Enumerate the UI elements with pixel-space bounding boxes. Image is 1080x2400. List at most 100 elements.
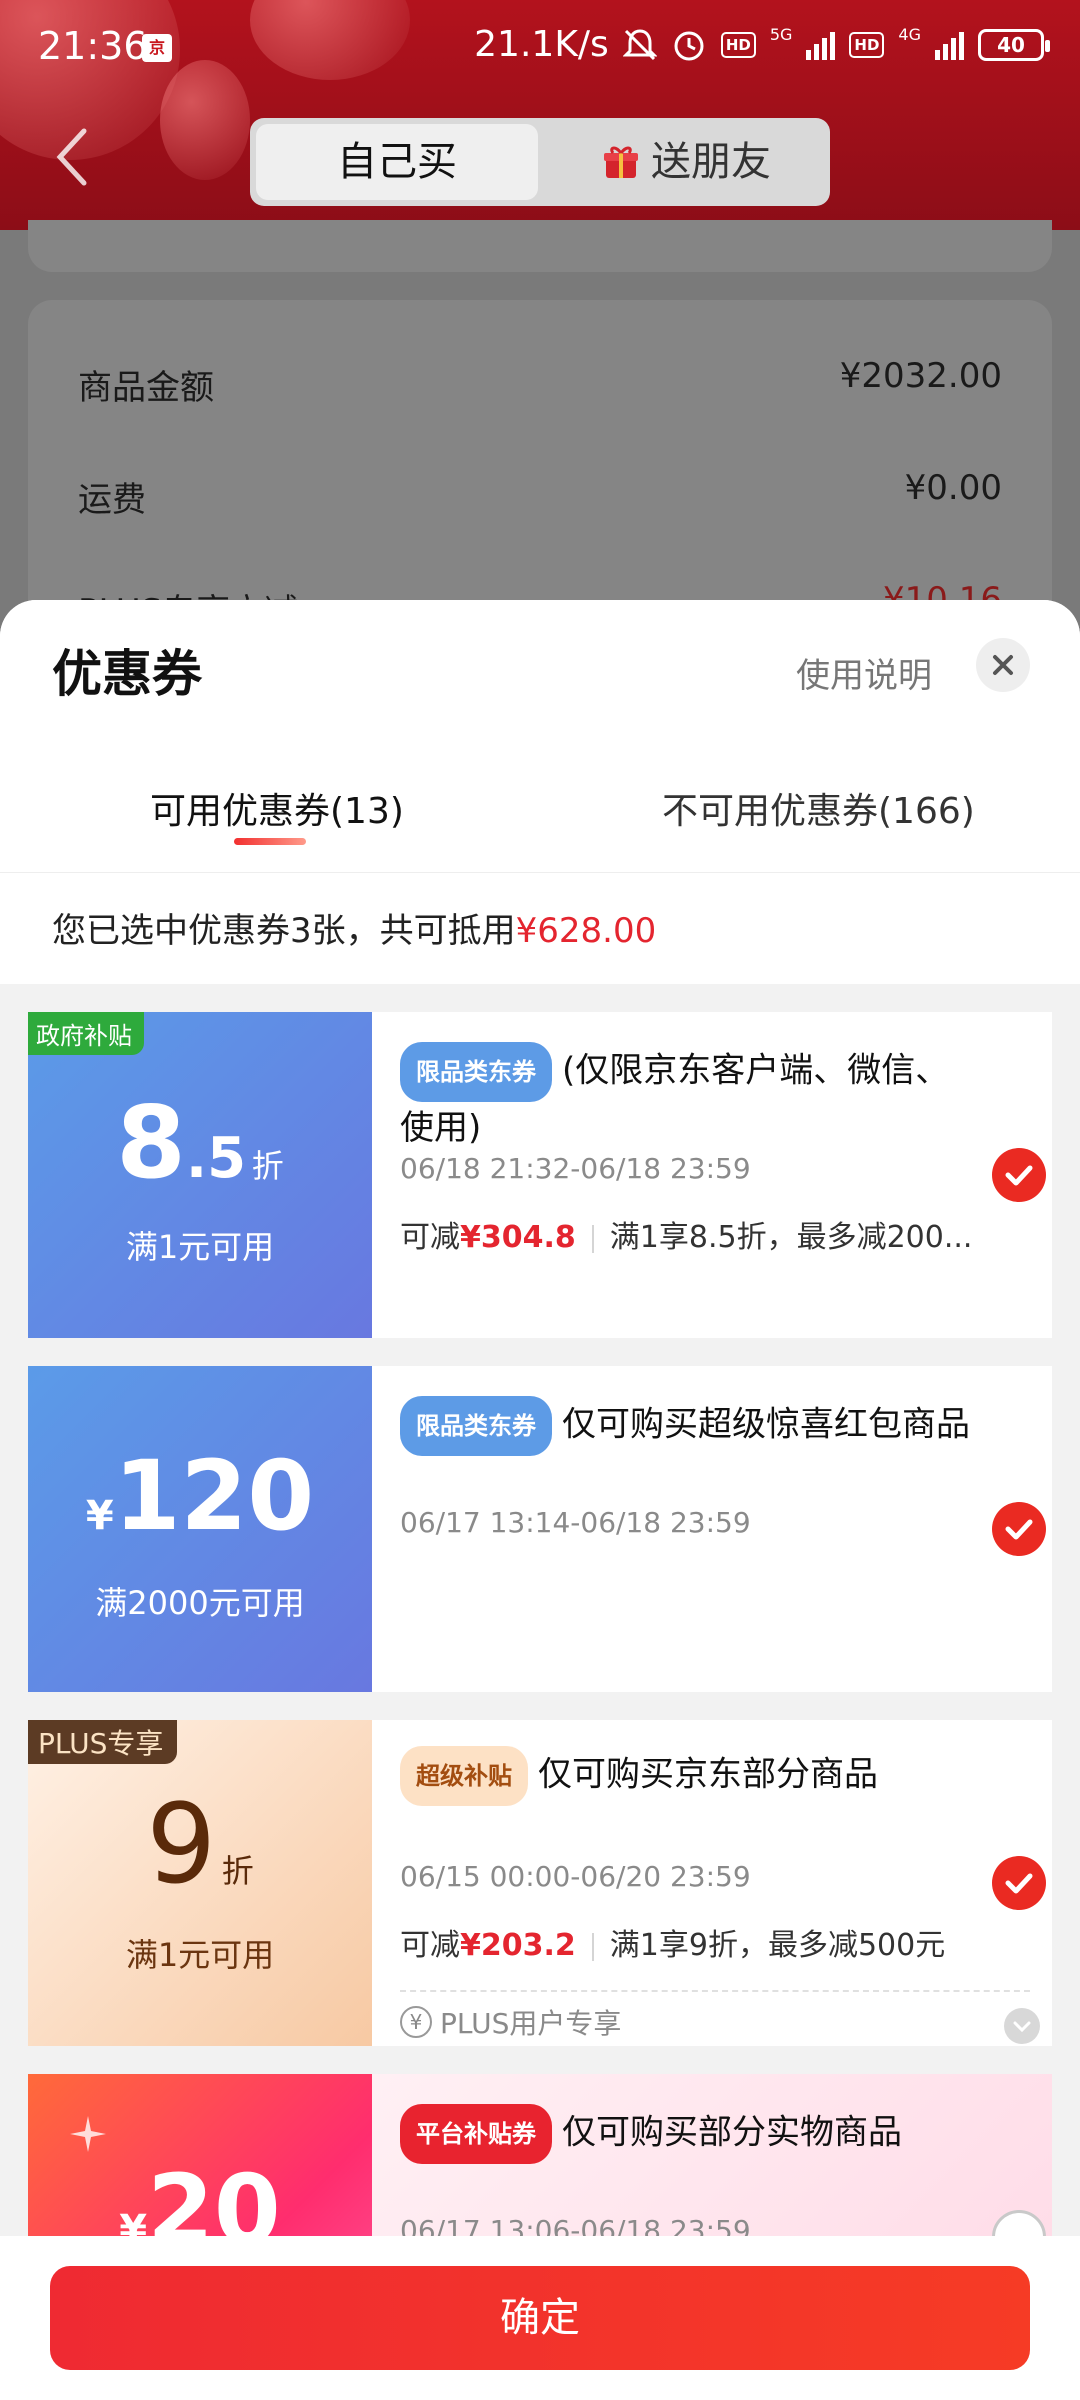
coupon-value-unit: 折 (221, 1852, 254, 1890)
plus-exclusive-tag: PLUS专享 (28, 1720, 178, 1764)
sheet-header: 优惠券 使用说明 可用优惠券(13) 不可用优惠券(166) (0, 600, 1080, 872)
coupon-info: 超级补贴 仅可购买京东部分商品 06/15 00:00-06/20 23:59 可… (372, 1720, 1052, 2046)
network-5g-label: 5G (769, 24, 793, 44)
divider-dashed (400, 1990, 1030, 1992)
coupon-type-badge: 超级补贴 (400, 1746, 528, 1806)
back-button[interactable] (52, 125, 102, 189)
gift-icon (604, 146, 638, 178)
summary-amount: ¥628.00 (515, 911, 657, 951)
alarm-icon (674, 31, 704, 60)
check-icon (1005, 1519, 1033, 1540)
coupon-title: 平台补贴券 仅可购买部分实物商品 (400, 2104, 980, 2164)
coupon-rule: 满1享9折，最多减500元 (609, 1928, 946, 1963)
divider (591, 1224, 594, 1253)
coupon-value-main: 9 (146, 1780, 217, 1908)
saving-amount: ¥203.2 (460, 1928, 576, 1963)
coupon-title: 超级补贴 仅可购买京东部分商品 (400, 1746, 980, 1806)
check-icon (1005, 1873, 1033, 1894)
coupon-type-badge: 限品类东券 (400, 1042, 552, 1102)
coupon-value-unit: 折 (251, 1147, 284, 1185)
active-tab-indicator (234, 838, 306, 845)
coupon-card[interactable]: ¥120 满2000元可用 限品类东券 仅可购买超级惊喜红包商品 06/17 13… (28, 1366, 1052, 1692)
shipping-label: 运费 (78, 480, 146, 520)
coupon-value-panel: ¥120 满2000元可用 (28, 1366, 372, 1692)
coupon-type-badge: 平台补贴券 (400, 2104, 552, 2164)
coupon-title: 限品类东券 (仅限京东客户端、微信、使用) (400, 1042, 980, 1154)
expand-button[interactable] (1004, 2008, 1040, 2044)
tab-send-to-friend[interactable]: 送朋友 (550, 124, 824, 200)
coupon-validity: 06/17 13:14-06/18 23:59 (400, 1506, 751, 1539)
coupon-currency: ¥ (85, 1493, 114, 1539)
coupon-title-text: 仅可购买京东部分商品 (538, 1754, 878, 1795)
coupon-value-main: 120 (113, 1440, 315, 1552)
chevron-down-icon (1013, 2021, 1031, 2033)
coupon-value: ¥120 (28, 1440, 372, 1552)
bell-muted-icon (622, 28, 657, 60)
divider (591, 1932, 594, 1961)
chevron-left-icon (56, 128, 87, 186)
goods-amount-label: 商品金额 (78, 368, 214, 408)
coupon-condition: 满1元可用 (125, 1936, 275, 1974)
hd-badge: HD (849, 31, 885, 58)
send-to-friend-label: 送朋友 (651, 139, 771, 185)
network-4g-label: 4G (898, 24, 921, 44)
tab-unavailable-coupons[interactable]: 不可用优惠券(166) (662, 782, 975, 834)
coupon-title-text: 仅可购买部分实物商品 (562, 2112, 902, 2153)
coupon-value-panel: PLUS专享 9 折 满1元可用 (28, 1720, 372, 2046)
selection-summary-text: 您已选中优惠券3张，共可抵用¥628.00 (52, 903, 656, 952)
plus-user-note-text: PLUS用户专享 (440, 2007, 622, 2040)
coupon-sheet: 优惠券 使用说明 可用优惠券(13) 不可用优惠券(166) 您已选中优惠券3张… (0, 600, 1080, 2400)
check-icon (1005, 1165, 1033, 1186)
sparkle-icon (70, 2116, 106, 2152)
coupon-condition: 满2000元可用 (95, 1584, 305, 1622)
saving-label: 可减 (400, 1220, 460, 1255)
jd-app-icon: 京 (142, 34, 172, 62)
coupon-checkbox-checked[interactable] (992, 1148, 1046, 1202)
yuan-circle-icon: ¥ (400, 2006, 432, 2038)
summary-label: 您已选中优惠券3张，共可抵用 (52, 911, 516, 951)
hd-badge: HD (720, 31, 756, 58)
tab-buy-for-self[interactable]: 自己买 (256, 124, 538, 200)
coupon-info: 限品类东券 仅可购买超级惊喜红包商品 06/17 13:14-06/18 23:5… (372, 1366, 1052, 1692)
coupon-title-text: 仅可购买超级惊喜红包商品 (562, 1404, 970, 1445)
tab-available-coupons[interactable]: 可用优惠券(13) (150, 782, 404, 834)
selection-summary: 您已选中优惠券3张，共可抵用¥628.00 (0, 872, 1080, 984)
coupon-value-main: 8 (116, 1084, 186, 1201)
status-icons: 21.1K/s HD 5G HD 4G 40 (474, 24, 1050, 65)
purchase-mode-switch: 自己买 送朋友 (250, 118, 830, 206)
coupon-condition: 满1元可用 (125, 1228, 275, 1266)
coupon-value: 8.5 折 (28, 1084, 372, 1201)
coupon-value: 9 折 (28, 1780, 372, 1908)
coupon-card[interactable]: PLUS专享 9 折 满1元可用 超级补贴 仅可购买京东部分商品 06/15 00… (28, 1720, 1052, 2046)
close-icon (993, 655, 1013, 675)
coupon-value-decimal: .5 (185, 1126, 247, 1191)
coupon-validity: 06/15 00:00-06/20 23:59 (400, 1860, 751, 1893)
saving-amount: ¥304.8 (460, 1220, 576, 1255)
coupon-rule: 满1享8.5折，最多减200... (609, 1220, 973, 1255)
background-card (28, 220, 1052, 272)
signal-4g-icon (935, 30, 964, 60)
coupon-detail: 可减¥203.2 满1享9折，最多减500元 (400, 1920, 945, 1964)
coupon-checkbox-checked[interactable] (992, 1502, 1046, 1556)
status-time: 21:36 (38, 24, 148, 68)
coupon-checkbox-checked[interactable] (992, 1856, 1046, 1910)
confirm-button[interactable]: 确定 (50, 2266, 1030, 2370)
order-summary-card: 商品金额 ¥2032.00 运费 ¥0.00 PLUS专享立减 -¥10.16 (28, 300, 1052, 632)
coupon-card[interactable]: 政府补贴 8.5 折 满1元可用 限品类东券 (仅限京东客户端、微信、使用) 06… (28, 1012, 1052, 1338)
network-speed: 21.1K/s (474, 24, 609, 65)
sheet-title: 优惠券 (52, 645, 202, 703)
close-button[interactable] (976, 638, 1030, 692)
coupon-info: 限品类东券 (仅限京东客户端、微信、使用) 06/18 21:32-06/18 2… (372, 1012, 1052, 1338)
coupon-detail: 可减¥304.8 满1享8.5折，最多减200... (400, 1212, 972, 1256)
saving-label: 可减 (400, 1928, 460, 1963)
coupon-validity: 06/18 21:32-06/18 23:59 (400, 1152, 751, 1185)
sheet-footer: 确定 (0, 2236, 1080, 2400)
shipping-value: ¥0.00 (904, 468, 1002, 508)
usage-instructions-link[interactable]: 使用说明 (796, 648, 932, 697)
battery-icon: 40 (978, 28, 1050, 61)
status-bar: 21:36 京 21.1K/s HD 5G HD 4G 40 (0, 0, 1080, 100)
coupon-value-panel: 政府补贴 8.5 折 满1元可用 (28, 1012, 372, 1338)
coupon-type-badge: 限品类东券 (400, 1396, 552, 1456)
signal-5g-icon (806, 30, 836, 60)
goods-amount-value: ¥2032.00 (839, 356, 1002, 396)
